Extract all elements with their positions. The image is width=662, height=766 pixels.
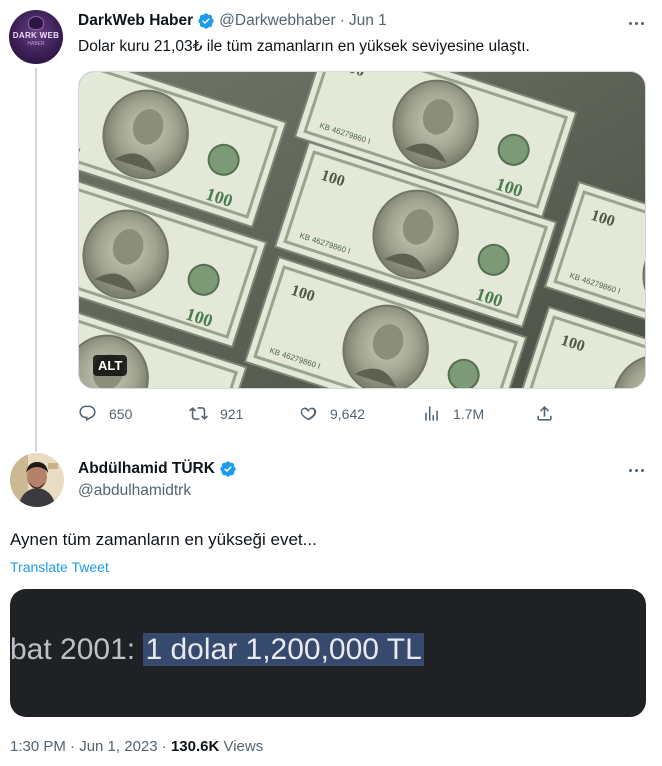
meta-separator: · (157, 738, 171, 755)
views-count: 1.7M (453, 405, 485, 422)
tweet-meta: 1:30 PM · Jun 1, 2023 · 130.6K Views (10, 738, 263, 755)
reply-button[interactable]: 650 (78, 404, 132, 423)
avatar-portrait-illustration (10, 453, 64, 507)
reply-author-name[interactable]: Abdülhamid TÜRK (78, 460, 215, 478)
like-count: 9,642 (330, 405, 366, 422)
verified-badge-icon[interactable] (219, 460, 237, 478)
more-icon[interactable] (624, 14, 648, 32)
dollar-bills-illustration: 100 100 KB 46279860 I (79, 72, 645, 388)
share-button[interactable] (535, 404, 566, 423)
retweet-button[interactable]: 921 (189, 404, 243, 423)
image-text-highlight: 1 dolar 1,200,000 TL (143, 633, 424, 666)
tweet-text: Dolar kuru 21,03₺ ile tüm zamanların en … (78, 38, 530, 55)
reply-count: 650 (109, 405, 133, 422)
views-label: Views (219, 738, 264, 755)
avatar-darkweb-haber[interactable]: DARK WEB HABER (9, 10, 63, 64)
avatar-logo-subtext: HABER (27, 41, 45, 47)
avatar-abdulhamid[interactable] (10, 453, 64, 507)
tweet-actions-bar: 650 921 9,642 1.7M (78, 404, 558, 428)
timestamp[interactable]: 1:30 PM · Jun 1, 2023 (10, 738, 158, 755)
avatar-logo-text: DARK WEB (12, 31, 60, 40)
reply-header: Abdülhamid TÜRK (78, 460, 241, 478)
author-handle[interactable]: @Darkwebhaber (219, 12, 336, 30)
like-icon (300, 407, 317, 421)
views-total[interactable]: 130.6K (171, 738, 219, 755)
verified-badge-icon[interactable] (197, 12, 215, 30)
avatar-hood-shape (28, 16, 44, 30)
share-icon (537, 406, 552, 421)
views-button[interactable]: 1.7M (422, 404, 484, 423)
retweet-count: 921 (220, 405, 244, 422)
views-icon (425, 406, 438, 421)
tweet-image-dollar-bills[interactable]: 100 100 KB 46279860 I ALT (78, 71, 646, 389)
reply-image-screenshot[interactable]: bat 2001: 1 dolar 1,200,000 TL (10, 589, 646, 717)
tweet-header: DarkWeb Haber @Darkwebhaber · Jun 1 (78, 12, 387, 30)
header-separator: · (339, 12, 345, 29)
reply-author-handle[interactable]: @abdulhamidtrk (78, 482, 191, 500)
image-text-line: bat 2001: 1 dolar 1,200,000 TL (10, 633, 424, 667)
alt-text-badge[interactable]: ALT (93, 355, 128, 376)
like-button[interactable]: 9,642 (299, 404, 365, 423)
translate-tweet-link[interactable]: Translate Tweet (10, 559, 109, 575)
retweet-icon (189, 407, 208, 420)
thread-connector-line (35, 68, 37, 452)
tweet-date[interactable]: Jun 1 (349, 12, 387, 30)
image-text-prefix: bat 2001: (10, 633, 144, 666)
reply-text: Aynen tüm zamanların en yükseği evet... (10, 530, 317, 549)
author-name[interactable]: DarkWeb Haber (78, 12, 193, 30)
more-icon[interactable] (624, 461, 648, 479)
reply-icon (79, 405, 96, 422)
